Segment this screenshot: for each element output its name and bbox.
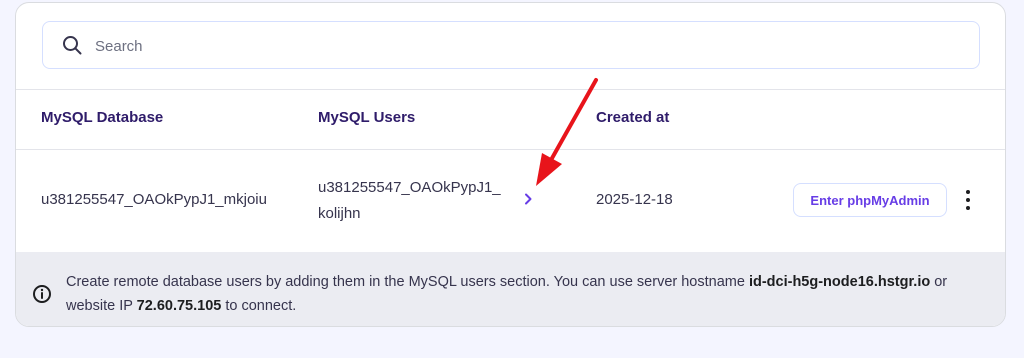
column-header-database: MySQL Database [41,109,164,126]
notice-text: Create remote database users by adding t… [66,274,948,314]
search-input[interactable] [93,22,957,70]
column-header-created: Created at [596,109,670,126]
created-at-value: 2025-12-18 [596,191,673,208]
databases-card: MySQL Database MySQL Users Created at u3… [15,2,1006,327]
more-options-icon[interactable] [959,187,977,213]
website-ip: 72.60.75.105 [136,298,222,314]
info-notice: Create remote database users by adding t… [16,252,1005,326]
chevron-right-icon[interactable] [520,191,536,207]
column-header-users: MySQL Users [318,109,416,126]
divider [16,89,1005,90]
info-icon [33,285,51,303]
user-name-line1: u381255547_OAOkPypJ1_ [318,179,501,196]
divider [16,149,1005,150]
search-icon [63,36,82,55]
search-box[interactable] [42,21,980,70]
enter-phpmyadmin-button[interactable]: Enter phpMyAdmin [793,183,947,217]
database-name: u381255547_OAOkPypJ1_mkjoiu [41,191,267,208]
server-hostname: id-dci-h5g-node16.hstgr.io [748,274,931,290]
user-name-line2: kolijhn [318,205,361,222]
